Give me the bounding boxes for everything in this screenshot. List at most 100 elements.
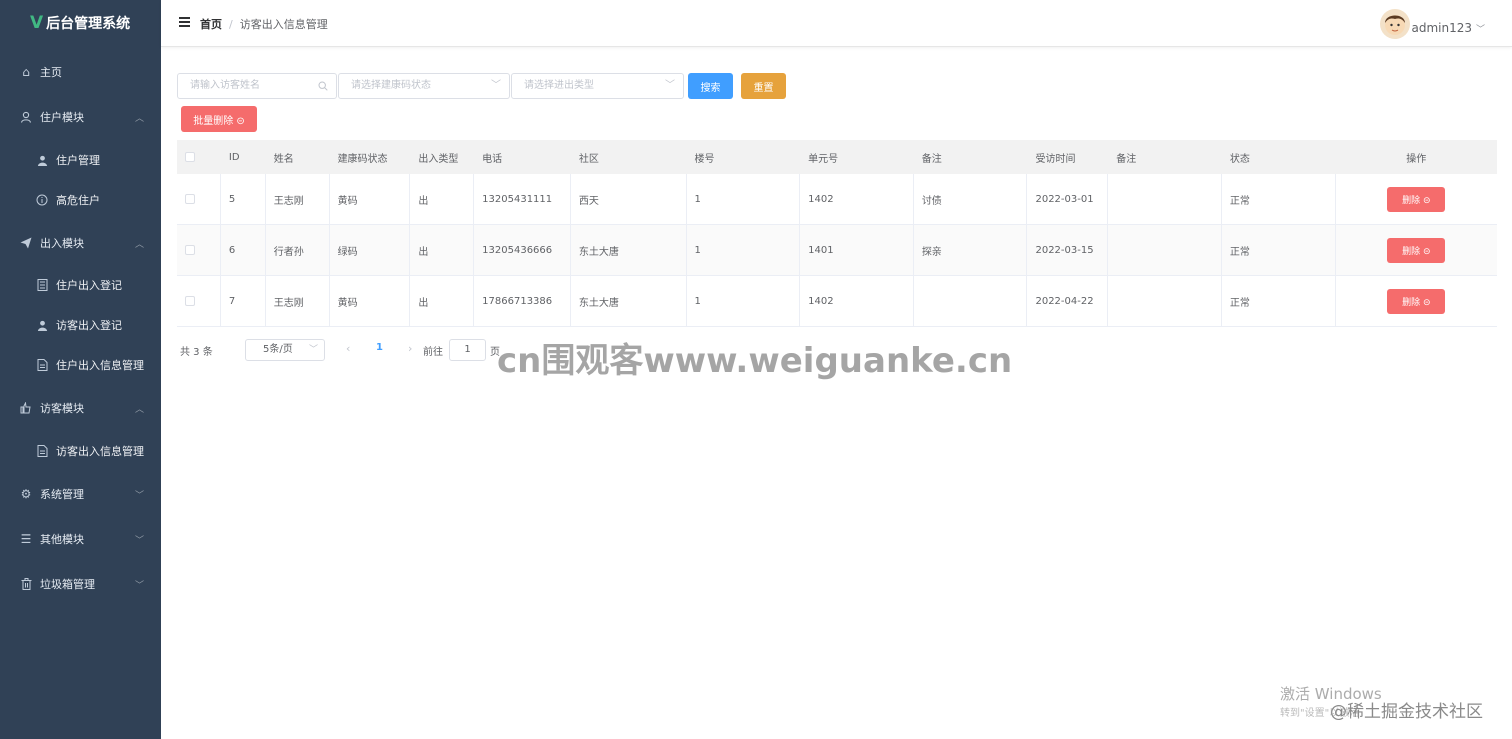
chevron-down-icon: ﹀ (134, 535, 144, 546)
breadcrumb-separator: / (229, 18, 233, 31)
delete-button[interactable]: 删除 ⊝ (1387, 186, 1446, 212)
sidebar-item-resident-manage[interactable]: 住户管理 (0, 145, 161, 175)
sidebar-item-resident-register[interactable]: 住户出入登记 (0, 270, 161, 300)
sidebar-item-label: 住户出入登记 (56, 279, 122, 292)
juejin-watermark: @稀土掘金技术社区 (1330, 702, 1483, 722)
checkbox[interactable] (185, 152, 195, 162)
avatar[interactable] (1380, 9, 1410, 39)
search-button[interactable]: 搜索 (688, 73, 733, 99)
app-logo[interactable]: V 后台管理系统 (0, 0, 161, 46)
access-type-placeholder: 请选择进出类型 (524, 80, 594, 91)
cell-time: 2022-03-15 (1027, 225, 1109, 275)
sidebar-item-other[interactable]: ☰ 其他模块 ﹀ (0, 524, 161, 554)
header-cell: ID (228, 151, 240, 163)
batch-delete-button[interactable]: 批量删除 ⊝ (181, 106, 257, 132)
user-icon (19, 110, 33, 124)
delete-button[interactable]: 删除 ⊝ (1387, 288, 1446, 314)
breadcrumb-home[interactable]: 首页 (200, 18, 222, 31)
cell-building: 1 (687, 174, 801, 224)
sidebar-item-label: 访客出入登记 (56, 319, 122, 332)
breadcrumb: 首页 / 访客出入信息管理 (200, 16, 328, 32)
checkbox[interactable] (185, 296, 195, 306)
health-code-select[interactable]: 请选择建康码状态 ﹀ (338, 73, 510, 99)
header-select-all[interactable] (177, 140, 221, 174)
watermark: cn围观客www.weiguanke.cn (497, 341, 1013, 381)
sidebar-item-label: 高危住户 (56, 194, 100, 207)
cell-type: 出 (410, 225, 475, 275)
breadcrumb-current: 访客出入信息管理 (239, 18, 328, 31)
sidebar-item-label: 住户管理 (56, 154, 100, 167)
info-icon (35, 193, 49, 207)
goto-page-input[interactable]: 1 (449, 339, 486, 361)
next-page-icon[interactable]: › (408, 342, 412, 355)
table-row: 6 行者孙 绿码 出 13205436666 东土大唐 1 1401 探亲 20… (177, 225, 1497, 276)
sidebar-item-system[interactable]: ⚙ 系统管理 ﹀ (0, 479, 161, 509)
sidebar-item-resident-info[interactable]: 住户出入信息管理 (0, 350, 161, 380)
header-cell: 楼号 (694, 153, 715, 165)
sidebar-item-home[interactable]: ⌂ 主页 (0, 57, 161, 87)
sidebar-item-label: 访客出入信息管理 (56, 445, 144, 458)
username: admin123 (1411, 21, 1472, 35)
row-select[interactable] (177, 276, 221, 326)
sidebar-item-label: 住户出入信息管理 (56, 359, 144, 372)
sidebar-item-access-module[interactable]: 出入模块 ︿ (0, 228, 161, 258)
prev-page-icon[interactable]: ‹ (346, 342, 350, 355)
table-row: 7 王志刚 黄码 出 17866713386 东土大唐 1 1402 2022-… (177, 276, 1497, 327)
checkbox[interactable] (185, 245, 195, 255)
cell-type: 出 (410, 276, 475, 326)
sidebar-item-visitor-register[interactable]: 访客出入登记 (0, 310, 161, 340)
visitor-name-input[interactable]: 请输入访客姓名 (177, 73, 337, 99)
hamburger-icon[interactable] (179, 17, 190, 27)
cell-note2 (1108, 225, 1222, 275)
checkbox[interactable] (185, 194, 195, 204)
sidebar-item-label: 主页 (40, 66, 62, 79)
cell-building: 1 (687, 225, 801, 275)
header-cell: 出入类型 (418, 153, 459, 165)
cell-health-code: 绿码 (330, 225, 411, 275)
cell-id: 5 (221, 174, 266, 224)
user-menu[interactable]: admin123 ﹀ (1411, 21, 1485, 35)
sidebar: V 后台管理系统 ⌂ 主页 住户模块 ︿ 住户管理 高危住户 出入模块 ︿ 住户… (0, 0, 161, 739)
current-page[interactable]: 1 (376, 342, 383, 353)
cell-name: 王志刚 (266, 174, 330, 224)
chevron-up-icon: ︿ (134, 404, 144, 415)
chevron-up-icon: ︿ (134, 239, 144, 250)
page-size-select[interactable]: 5条/页 ﹀ (245, 339, 325, 361)
top-navbar: 首页 / 访客出入信息管理 admin123 ﹀ (161, 0, 1512, 47)
cell-name: 王志刚 (266, 276, 330, 326)
delete-button[interactable]: 删除 ⊝ (1387, 237, 1446, 263)
sidebar-item-resident-module[interactable]: 住户模块 ︿ (0, 102, 161, 132)
sidebar-item-label: 出入模块 (40, 237, 84, 250)
vue-logo-icon: V (30, 13, 44, 33)
sidebar-item-visitor-info[interactable]: 访客出入信息管理 (0, 436, 161, 466)
sidebar-item-visitor-module[interactable]: 访客模块 ︿ (0, 393, 161, 423)
header-cell: 社区 (578, 153, 599, 165)
row-select[interactable] (177, 225, 221, 275)
document-icon (35, 358, 49, 372)
app-title: 后台管理系统 (46, 16, 131, 32)
sidebar-item-high-risk[interactable]: 高危住户 (0, 185, 161, 215)
cell-note: 讨债 (914, 174, 1028, 224)
visitor-name-placeholder: 请输入访客姓名 (190, 80, 260, 91)
sidebar-item-label: 系统管理 (40, 488, 84, 501)
pointer-icon (19, 401, 33, 415)
table-row: 5 王志刚 黄码 出 13205431111 西天 1 1402 讨债 2022… (177, 174, 1497, 225)
chevron-down-icon: ﹀ (491, 80, 501, 91)
cell-phone: 13205431111 (474, 174, 571, 224)
cell-actions: 删除 ⊝ (1336, 225, 1497, 275)
row-select[interactable] (177, 174, 221, 224)
cell-status: 正常 (1222, 225, 1336, 275)
reset-button[interactable]: 重置 (741, 73, 786, 99)
notebook-icon (35, 278, 49, 292)
goto-prefix: 前往 (423, 347, 443, 358)
pagination-total: 共 3 条 (180, 347, 213, 358)
header-cell: 单元号 (808, 153, 839, 165)
cell-note2 (1108, 276, 1222, 326)
sidebar-item-trash[interactable]: 垃圾箱管理 ﹀ (0, 569, 161, 599)
cell-name: 行者孙 (266, 225, 330, 275)
access-type-select[interactable]: 请选择进出类型 ﹀ (511, 73, 684, 99)
menu-icon: ☰ (20, 532, 32, 546)
cell-unit: 1401 (800, 225, 914, 275)
visitor-table: ID 姓名 建康码状态 出入类型 电话 社区 楼号 单元号 备注 受访时间 备注… (177, 140, 1497, 327)
cell-phone: 17866713386 (474, 276, 571, 326)
